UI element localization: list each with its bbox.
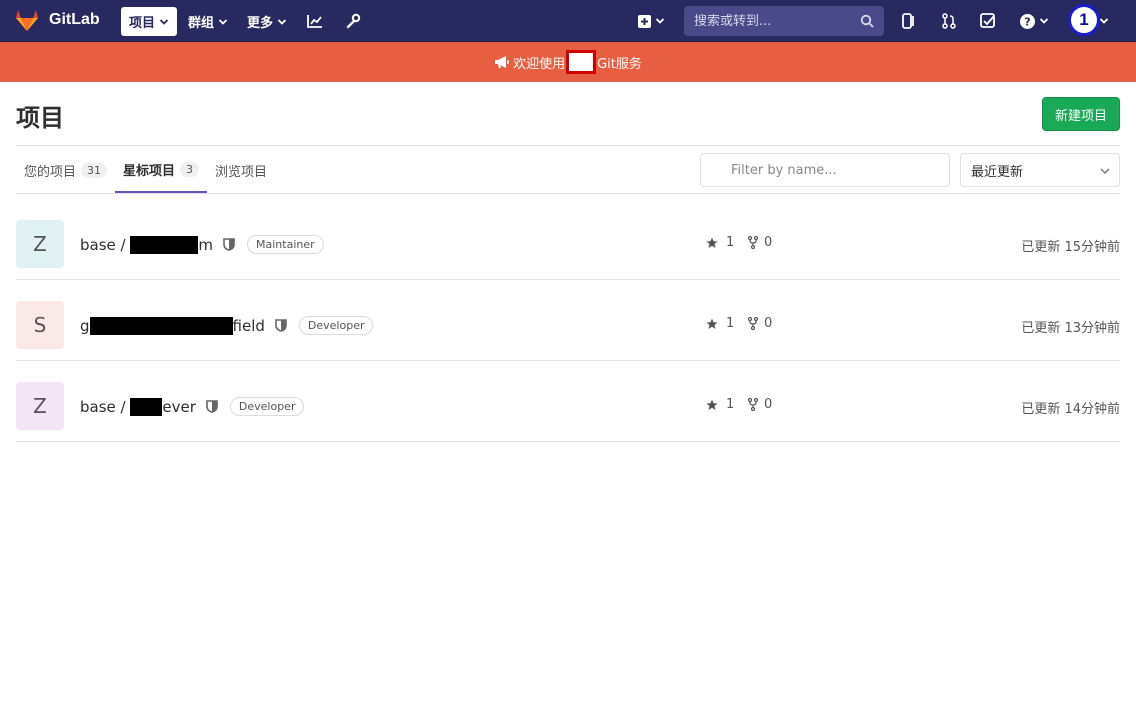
brand-name[interactable]: GitLab <box>49 11 100 29</box>
shield-icon <box>206 400 218 413</box>
new-project-button[interactable]: 新建项目 <box>1042 97 1120 131</box>
tab-label: 您的项目 <box>24 164 77 180</box>
project-name[interactable]: base / ever Developer <box>80 397 305 416</box>
redacted-text <box>89 316 233 335</box>
tab-label: 星标项目 <box>123 163 176 179</box>
project-namespace: g <box>80 316 90 335</box>
chevron-down-icon <box>159 17 169 27</box>
project-name-suffix: field <box>232 316 265 335</box>
nav-groups-label: 群组 <box>188 16 215 31</box>
chevron-down-icon <box>1039 18 1048 24</box>
help-icon: ? <box>1019 13 1035 29</box>
chevron-down-icon <box>218 17 228 27</box>
star-icon <box>706 237 718 248</box>
role-badge: Developer <box>298 316 374 335</box>
user-avatar[interactable]: 1 <box>1068 4 1100 36</box>
fork-count[interactable]: 0 <box>748 397 772 412</box>
tab-count-badge: 31 <box>81 162 108 178</box>
todo-check-icon[interactable] <box>976 9 1000 33</box>
search-icon <box>860 14 874 28</box>
nav-projects-label: 项目 <box>129 16 156 31</box>
star-icon <box>706 399 718 410</box>
fork-icon <box>748 236 758 249</box>
shield-icon <box>275 319 287 332</box>
fork-count[interactable]: 0 <box>748 316 772 331</box>
project-namespace: base / <box>80 235 126 254</box>
chevron-down-icon <box>655 18 664 24</box>
redacted-text <box>130 397 163 416</box>
star-count[interactable]: 1 <box>706 316 734 331</box>
chevron-down-icon <box>277 17 287 27</box>
star-count[interactable]: 1 <box>706 397 734 412</box>
divider <box>16 193 1120 194</box>
tab-explore-projects[interactable]: 浏览项目 <box>207 147 275 193</box>
redacted-box <box>566 50 597 74</box>
fork-icon <box>748 398 758 411</box>
star-icon <box>706 318 718 329</box>
banner-text-before: 欢迎使用 <box>513 56 566 72</box>
project-name-suffix: ever <box>162 397 196 416</box>
tab-your-projects[interactable]: 您的项目 31 <box>16 147 115 193</box>
project-name-suffix: m <box>198 235 213 254</box>
new-item-dropdown[interactable] <box>634 9 668 33</box>
tab-label: 浏览项目 <box>215 164 268 180</box>
fork-icon <box>748 317 758 330</box>
tab-count-badge: 3 <box>180 161 200 177</box>
help-dropdown[interactable]: ? <box>1017 9 1051 33</box>
sort-label: 最近更新 <box>971 164 1024 180</box>
updated-time: 已更新 14分钟前 <box>1021 402 1120 417</box>
role-badge: Developer <box>229 397 305 416</box>
project-name[interactable]: base / m Maintainer <box>80 235 324 254</box>
gitlab-logo-icon[interactable] <box>14 8 40 32</box>
nav-more-label: 更多 <box>247 16 274 31</box>
tab-starred-projects[interactable]: 星标项目 3 <box>115 147 208 193</box>
search-input[interactable] <box>694 13 854 29</box>
nav-more-menu[interactable]: 更多 <box>239 7 295 36</box>
merge-request-icon[interactable] <box>937 9 961 33</box>
filter-by-name-input[interactable] <box>700 153 950 187</box>
chevron-down-icon[interactable] <box>1099 16 1109 26</box>
sort-dropdown[interactable]: 最近更新 <box>960 153 1120 187</box>
role-badge: Maintainer <box>247 235 324 254</box>
project-row[interactable]: Z base / ever Developer 1 0 已更新 14分钟前 <box>16 361 1120 442</box>
page-title: 项目 <box>16 104 64 132</box>
wrench-icon[interactable] <box>341 9 365 33</box>
top-navbar: GitLab 项目 群组 更多 ? <box>0 0 1136 42</box>
divider <box>16 145 1120 146</box>
project-name[interactable]: g field Developer <box>80 316 374 335</box>
shield-icon <box>223 238 235 251</box>
star-count[interactable]: 1 <box>706 235 734 250</box>
nav-groups-menu[interactable]: 群组 <box>180 7 236 36</box>
search-box[interactable] <box>684 6 884 36</box>
banner-text-after: Git服务 <box>597 56 642 72</box>
nav-projects-menu[interactable]: 项目 <box>121 7 178 36</box>
chevron-down-icon <box>1100 168 1110 175</box>
activity-chart-icon[interactable] <box>303 9 327 33</box>
project-avatar[interactable]: Z <box>16 382 64 430</box>
redacted-text <box>130 235 199 254</box>
updated-time: 已更新 13分钟前 <box>1021 321 1120 336</box>
project-row[interactable]: Z base / m Maintainer 1 0 已更新 15分钟前 <box>16 199 1120 280</box>
fork-count[interactable]: 0 <box>748 235 772 250</box>
project-namespace: base / <box>80 397 126 416</box>
issues-icon[interactable] <box>897 9 921 33</box>
updated-time: 已更新 15分钟前 <box>1021 240 1120 255</box>
broadcast-banner: 欢迎使用 Git服务 <box>0 42 1136 82</box>
plus-square-icon <box>637 14 651 28</box>
megaphone-icon <box>495 56 509 68</box>
project-row[interactable]: S g field Developer 1 0 已更新 13分钟前 <box>16 280 1120 361</box>
project-avatar[interactable]: Z <box>16 220 64 268</box>
project-avatar[interactable]: S <box>16 301 64 349</box>
svg-text:?: ? <box>1024 15 1030 28</box>
